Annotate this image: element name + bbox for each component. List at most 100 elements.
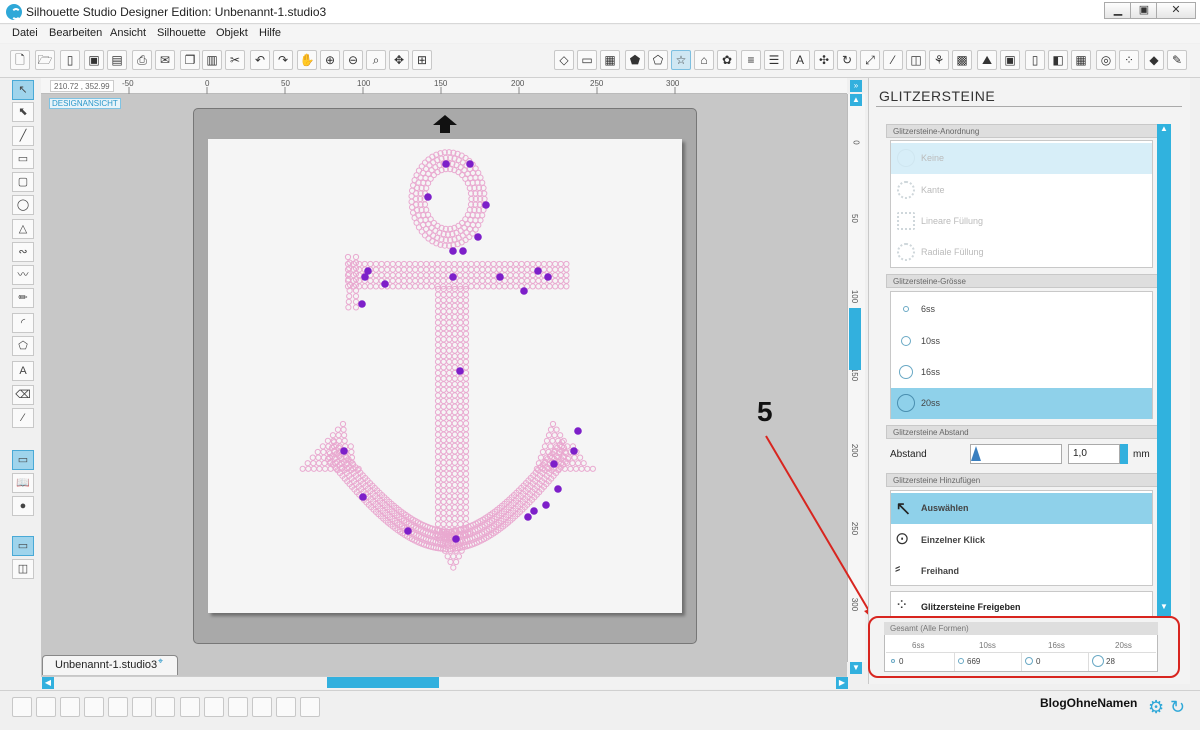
menu-objekt[interactable]: Objekt <box>216 27 248 39</box>
size-option-20ss[interactable]: 20ss <box>891 388 1152 419</box>
design-view-icon[interactable]: ▭ <box>12 450 34 470</box>
single-window-icon[interactable]: ▭ <box>12 536 34 556</box>
release-compound-icon[interactable] <box>132 697 152 717</box>
zoom-select-icon[interactable]: ⌕ <box>366 50 386 70</box>
page-settings-icon[interactable]: ▭ <box>577 50 597 70</box>
menu-silhouette[interactable]: Silhouette <box>157 27 206 39</box>
arrangement-option-linear[interactable]: Lineare Füllung <box>891 206 1152 237</box>
select-tool-icon[interactable]: ↖ <box>12 80 34 100</box>
cut-icon[interactable]: ✂ <box>225 50 245 70</box>
deselect-icon[interactable] <box>36 697 56 717</box>
cut-settings-icon[interactable]: ▯ <box>1025 50 1045 70</box>
zoom-in-icon[interactable]: ⊕ <box>320 50 340 70</box>
eraser-tool-icon[interactable]: ⌫ <box>12 385 34 405</box>
horizontal-scrollbar-thumb[interactable] <box>327 677 439 688</box>
slider-handle[interactable] <box>971 446 981 461</box>
arc-tool-icon[interactable]: ◜ <box>12 313 34 333</box>
vertical-scrollbar-thumb[interactable] <box>849 308 861 370</box>
panel-scroll-down-icon[interactable]: ▼ <box>1157 602 1171 614</box>
spacing-slider[interactable] <box>970 444 1062 464</box>
make-compound-icon[interactable] <box>108 697 128 717</box>
close-button[interactable]: ✕ <box>1156 2 1196 19</box>
collapse-panel-icon[interactable]: » <box>850 80 862 92</box>
horizontal-scrollbar[interactable] <box>41 676 847 689</box>
add-option-single-click[interactable]: ⊙ Einzelner Klick <box>891 525 1152 556</box>
dots-icon[interactable]: ⁘ <box>1119 50 1139 70</box>
grid-settings-icon[interactable]: ▦ <box>600 50 620 70</box>
panel-scroll-up-icon[interactable]: ▲ <box>1157 124 1171 136</box>
rotate-icon[interactable]: ↻ <box>837 50 857 70</box>
library-icon[interactable]: ▯ <box>60 50 80 70</box>
maximize-button[interactable]: ▣ <box>1130 2 1158 19</box>
anchor-rhinestone-design[interactable] <box>208 139 682 613</box>
spacing-stepper[interactable] <box>1120 444 1128 464</box>
redo-icon[interactable]: ↷ <box>273 50 293 70</box>
scroll-right-icon[interactable]: ▶ <box>836 677 848 689</box>
send-silhouette-icon[interactable]: ◎ <box>1096 50 1116 70</box>
save-icon[interactable]: ▣ <box>84 50 104 70</box>
pan-hand-icon[interactable]: ✋ <box>297 50 317 70</box>
pin-icon[interactable]: ⌖ <box>158 656 163 667</box>
replicate-icon[interactable]: ◫ <box>906 50 926 70</box>
regular-polygon-icon[interactable]: ⬠ <box>12 336 34 356</box>
zoom-out-icon[interactable]: ⊖ <box>343 50 363 70</box>
spacing-input[interactable]: 1,0 <box>1068 444 1120 464</box>
rectangle-tool-icon[interactable]: ▭ <box>12 149 34 169</box>
polygon-tool-icon[interactable]: △ <box>12 219 34 239</box>
duplicate-icon[interactable] <box>180 697 200 717</box>
copy-icon[interactable]: ❐ <box>180 50 200 70</box>
arrangement-option-radial[interactable]: Radiale Füllung <box>891 237 1152 268</box>
rhinestone-icon[interactable]: ☆ <box>671 50 691 70</box>
knife-icon[interactable]: ◆ <box>1144 50 1164 70</box>
open-file-icon[interactable]: 🗁 <box>35 50 55 70</box>
ungroup-icon[interactable] <box>84 697 104 717</box>
weld-icon[interactable] <box>228 697 248 717</box>
smooth-freehand-icon[interactable]: ✏ <box>12 288 34 308</box>
curve-tool-icon[interactable]: ∾ <box>12 242 34 262</box>
eraser-panel-icon[interactable]: ◇ <box>554 50 574 70</box>
sketch-icon[interactable]: ⌂ <box>694 50 714 70</box>
pen-icon[interactable]: ✎ <box>1167 50 1187 70</box>
gradient-icon[interactable]: ⬠ <box>648 50 668 70</box>
shear-icon[interactable]: ⁄ <box>883 50 903 70</box>
layer-icon[interactable]: ◧ <box>1048 50 1068 70</box>
zoom-drag-icon[interactable]: ✥ <box>389 50 409 70</box>
select-all-icon[interactable] <box>12 697 32 717</box>
design-page[interactable] <box>208 139 682 613</box>
scroll-down-icon[interactable]: ▼ <box>850 662 862 674</box>
pattern-icon[interactable]: ✿ <box>717 50 737 70</box>
print-icon[interactable]: ⎙ <box>132 50 152 70</box>
menu-hilfe[interactable]: Hilfe <box>259 27 281 39</box>
print-cut-icon[interactable]: ▣ <box>1000 50 1020 70</box>
ellipse-tool-icon[interactable]: ◯ <box>12 195 34 215</box>
minimize-button[interactable]: ▁ <box>1104 2 1132 19</box>
delete-icon[interactable] <box>155 697 175 717</box>
group-icon[interactable] <box>60 697 80 717</box>
transform-icon[interactable]: ✣ <box>814 50 834 70</box>
size-option-16ss[interactable]: 16ss <box>891 357 1152 388</box>
rounded-rect-tool-icon[interactable]: ▢ <box>12 172 34 192</box>
scroll-up-icon[interactable]: ▲ <box>850 94 862 106</box>
size-option-10ss[interactable]: 10ss <box>891 326 1152 357</box>
modify-icon[interactable]: ⚘ <box>929 50 949 70</box>
size-option-6ss[interactable]: 6ss <box>891 294 1152 325</box>
settings-gear-icon[interactable]: ⚙ <box>1148 697 1164 718</box>
grid-icon[interactable]: ▦ <box>1071 50 1091 70</box>
arrangement-option-none[interactable]: Keine <box>891 143 1152 174</box>
paste-icon[interactable]: ▥ <box>202 50 222 70</box>
store-icon[interactable]: ● <box>12 496 34 516</box>
text-tool-icon[interactable]: A <box>12 361 34 381</box>
fill-color-icon[interactable]: ⬟ <box>625 50 645 70</box>
scale-icon[interactable]: ⤢ <box>860 50 880 70</box>
arrangement-option-edge[interactable]: Kante <box>891 175 1152 206</box>
trace-icon[interactable]: ⛰ <box>977 50 997 70</box>
add-option-freehand[interactable]: ⸗ Freihand <box>891 556 1152 587</box>
send-cut-icon[interactable]: ✉ <box>155 50 175 70</box>
text-style-icon[interactable]: A <box>790 50 810 70</box>
library-view-icon[interactable]: 📖 <box>12 473 34 493</box>
add-option-select[interactable]: ↖ Auswählen <box>891 493 1152 524</box>
freehand-tool-icon[interactable]: 〰 <box>12 265 34 285</box>
release-rhinestones-button[interactable]: ⁘ Glitzersteine Freigeben <box>890 591 1153 617</box>
new-file-icon[interactable]: 🗋 <box>10 50 30 70</box>
cut-bottom-icon[interactable] <box>300 697 320 717</box>
